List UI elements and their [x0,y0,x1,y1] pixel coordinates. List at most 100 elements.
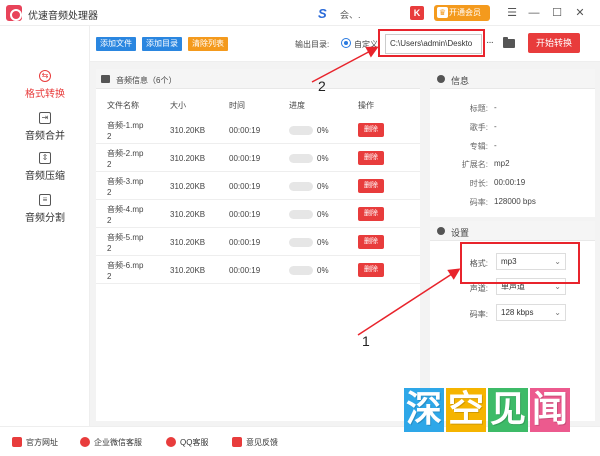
wechat-icon [80,437,90,447]
info-duration-label: 时长: [469,179,488,188]
close-icon[interactable]: ✕ [572,5,588,21]
settings-title: 设置 [451,228,470,238]
menu-icon[interactable]: ☰ [504,5,520,21]
table-row[interactable]: 音频-1.mp 2 310.20KB 00:00:19 0% 删除 [96,117,420,144]
file-size: 310.20KB [170,182,206,191]
file-duration: 00:00:19 [229,266,261,275]
toolbar: 添加文件 添加目录 清除列表 输出目录: 自定义 C:\Users\admin\… [90,26,600,62]
audio-panel-title: 音频信息（6个） [116,76,177,85]
info-panel: 信息 标题: - 歌手: - 专辑: - 扩展名: mp2 时长: 00:00:… [430,69,595,217]
convert-icon: ⇆ [39,70,51,82]
progress-bar [289,126,313,135]
table-row[interactable]: 音频-5.mp 2 310.20KB 00:00:19 0% 删除 [96,229,420,256]
sidebar-item-label: 音频分割 [25,213,65,224]
compress-icon: ⇕ [39,152,51,164]
maximize-icon[interactable]: ☐ [549,5,565,21]
delete-button[interactable]: 删除 [358,235,384,249]
file-duration: 00:00:19 [229,126,261,135]
delete-button[interactable]: 删除 [358,151,384,165]
minimize-icon[interactable]: — [526,5,542,21]
folder-icon[interactable] [503,37,515,48]
watermark-char: 闻 [531,389,568,430]
app-logo-icon [6,5,22,21]
watermark-logo: 深 空 见 闻 [394,380,584,446]
watermark-char: 空 [447,389,484,430]
info-album-label: 专辑: [469,142,488,151]
info-title-label: 标题: [469,104,488,113]
table-row[interactable]: 音频-4.mp 2 310.20KB 00:00:19 0% 删除 [96,201,420,228]
sidebar: ⇆ 格式转换 ⇥ 音频合并 ⇕ 音频压缩 ≡ 音频分割 [0,26,90,426]
sidebar-item-split[interactable]: ≡ 音频分割 [0,194,90,230]
channel-label: 声道: [469,284,488,293]
column-header-progress: 进度 [289,101,305,110]
progress-bar [289,210,313,219]
column-header-time: 时间 [229,101,245,110]
file-size: 310.20KB [170,266,206,275]
delete-button[interactable]: 删除 [358,179,384,193]
delete-button[interactable]: 删除 [358,207,384,221]
file-duration: 00:00:19 [229,210,261,219]
file-size: 310.20KB [170,238,206,247]
user-avatar-icon[interactable]: S [318,6,336,21]
watermark-char: 深 [405,389,442,430]
file-size: 310.20KB [170,210,206,219]
feedback-link[interactable]: 意见反馈 [232,437,278,448]
column-header-name: 文件名称 [107,101,139,110]
info-artist-value: - [494,122,497,131]
bitrate-label: 码率: [469,310,488,319]
split-icon: ≡ [39,194,51,206]
vip-button[interactable]: ♛ 开通会员 [434,5,490,21]
bitrate-select[interactable]: 128 kbps ⌄ [496,304,566,321]
info-title-value: - [494,103,497,112]
annotation-label-2: 2 [318,78,326,94]
file-name: 音频-5.mp 2 [107,233,144,253]
progress-percent: 0% [317,154,329,163]
clear-list-button[interactable]: 清除列表 [188,37,228,51]
progress-percent: 0% [317,126,329,135]
info-artist-label: 歌手: [469,123,488,132]
audio-panel-header: 音频信息（6个） [96,69,420,89]
progress-percent: 0% [317,238,329,247]
table-row[interactable]: 音频-6.mp 2 310.20KB 00:00:19 0% 删除 [96,257,420,284]
add-folder-button[interactable]: 添加目录 [142,37,182,51]
output-dir-label: 输出目录: [295,40,330,49]
gear-icon [437,75,445,83]
merge-icon: ⇥ [39,112,51,124]
annotation-box-format [460,242,580,284]
wechat-support-link[interactable]: 企业微信客服 [80,437,142,448]
title-bar: 优速音频处理器 S 会、. K ♛ 开通会员 ☰ — ☐ ✕ [0,0,600,26]
progress-percent: 0% [317,182,329,191]
file-name: 音频-2.mp 2 [107,149,144,169]
sidebar-item-compress[interactable]: ⇕ 音频压缩 [0,152,90,188]
user-name[interactable]: 会、. [340,8,361,21]
crown-icon: ♛ [437,7,448,18]
custom-radio[interactable] [341,38,351,48]
file-name: 音频-6.mp 2 [107,261,144,281]
official-site-link[interactable]: 官方网址 [12,437,58,448]
file-size: 310.20KB [170,126,206,135]
file-name: 音频-3.mp 2 [107,177,144,197]
annotation-label-1: 1 [362,333,370,349]
start-convert-button[interactable]: 开始转换 [528,33,580,53]
table-row[interactable]: 音频-2.mp 2 310.20KB 00:00:19 0% 删除 [96,145,420,172]
sidebar-item-merge[interactable]: ⇥ 音频合并 [0,112,90,148]
info-bitrate-value: 128000 bps [494,197,536,206]
info-ext-value: mp2 [494,159,510,168]
qq-support-link[interactable]: QQ客服 [166,437,208,448]
watermark-char: 见 [489,389,526,430]
file-duration: 00:00:19 [229,154,261,163]
progress-bar [289,182,313,191]
file-name: 音频-4.mp 2 [107,205,144,225]
progress-percent: 0% [317,266,329,275]
custom-radio-label[interactable]: 自定义 [354,39,378,50]
sidebar-item-convert[interactable]: ⇆ 格式转换 [0,70,90,106]
sidebar-item-label: 格式转换 [25,89,65,100]
table-row[interactable]: 音频-3.mp 2 310.20KB 00:00:19 0% 删除 [96,173,420,200]
image-icon [101,75,110,83]
more-options-button[interactable]: ··· [486,37,494,48]
vip-label: 开通会员 [449,8,481,17]
k-badge-icon[interactable]: K [410,6,424,20]
add-file-button[interactable]: 添加文件 [96,37,136,51]
delete-button[interactable]: 删除 [358,123,384,137]
delete-button[interactable]: 删除 [358,263,384,277]
